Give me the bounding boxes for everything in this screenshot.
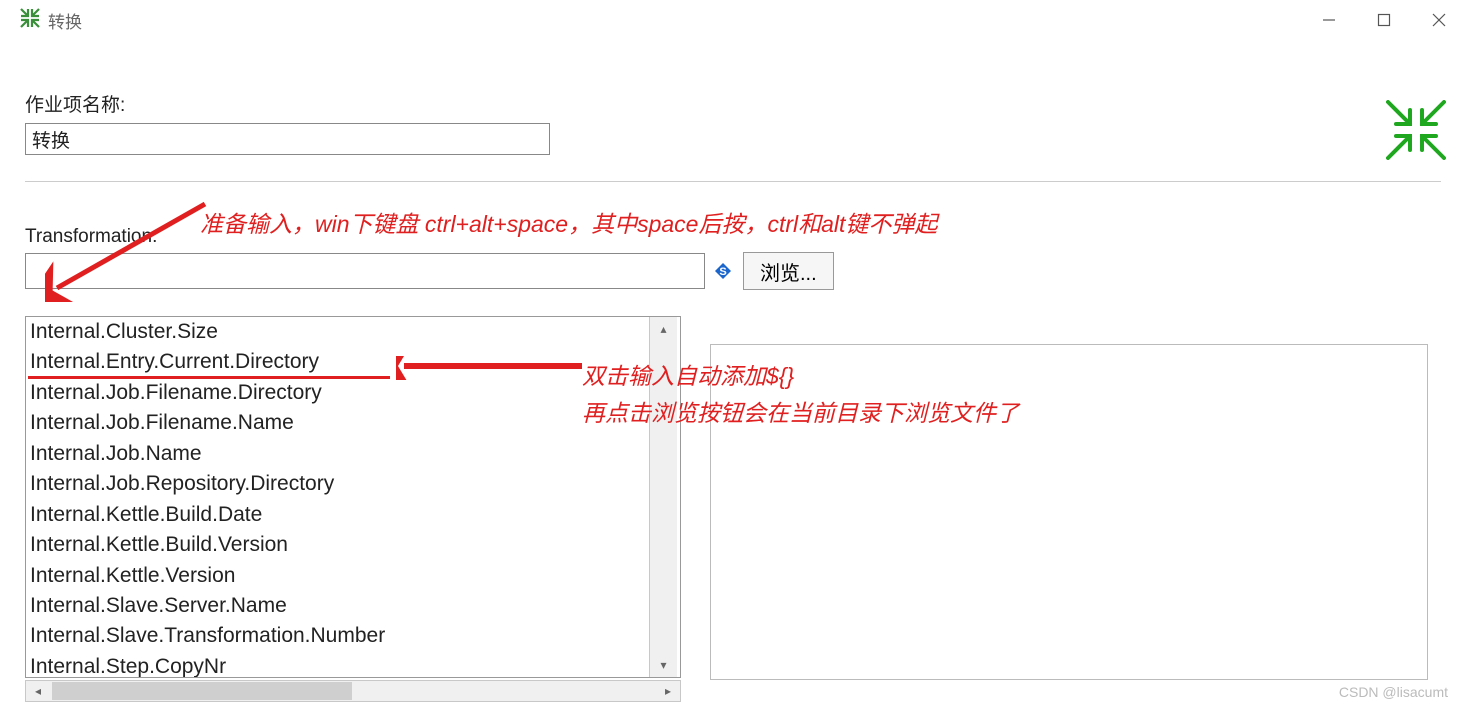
scrollbar-thumb[interactable] [52,682,352,700]
app-icon [20,8,40,33]
browse-button[interactable]: 浏览... [743,252,834,290]
scroll-right-icon[interactable]: ▸ [656,684,680,698]
svg-text:S: S [719,266,726,278]
dropdown-item[interactable]: Internal.Entry.Current.Directory [30,347,645,377]
dropdown-list: Internal.Cluster.Size Internal.Entry.Cur… [26,317,649,677]
scroll-down-icon[interactable]: ▾ [650,653,677,677]
job-item-name-input[interactable] [25,123,550,155]
annotation-mid-line1: 双击输入自动添加${} [582,358,1019,395]
job-item-name-label: 作业项名称: [25,90,1441,117]
dropdown-item[interactable]: Internal.Job.Repository.Directory [30,469,645,499]
dropdown-item[interactable]: Internal.Job.Name [30,439,645,469]
collapse-icon[interactable] [1386,100,1446,165]
minimize-button[interactable] [1301,0,1356,40]
transformation-input[interactable] [26,254,704,288]
dropdown-item[interactable]: Internal.Slave.Server.Name [30,591,645,621]
annotation-mid: 双击输入自动添加${} 再点击浏览按钮会在当前目录下浏览文件了 [582,358,1019,432]
dropdown-item[interactable]: Internal.Job.Filename.Directory [30,378,645,408]
watermark: CSDN @lisacumt [1339,684,1448,700]
close-button[interactable] [1411,0,1466,40]
dropdown-item[interactable]: Internal.Step.CopyNr [30,652,645,677]
annotation-mid-line2: 再点击浏览按钮会在当前目录下浏览文件了 [582,395,1019,432]
scroll-left-icon[interactable]: ◂ [26,684,50,698]
variable-icon[interactable]: S [713,261,733,281]
dropdown-item[interactable]: Internal.Kettle.Build.Date [30,500,645,530]
scroll-up-icon[interactable]: ▴ [650,317,677,341]
horizontal-scrollbar[interactable]: ◂ ▸ [25,680,681,702]
maximize-button[interactable] [1356,0,1411,40]
dropdown-item[interactable]: Internal.Kettle.Version [30,561,645,591]
window-title: 转换 [48,8,82,33]
divider [25,181,1441,182]
transformation-input-wrap [25,253,705,289]
dropdown-item[interactable]: Internal.Slave.Transformation.Number [30,621,645,651]
annotation-top: 准备输入，win下键盘 ctrl+alt+space，其中space后按，ctr… [200,205,937,239]
title-bar: 转换 [0,0,1466,40]
dropdown-item[interactable]: Internal.Cluster.Size [30,317,645,347]
dropdown-item[interactable]: Internal.Job.Filename.Name [30,408,645,438]
dropdown-item[interactable]: Internal.Kettle.Build.Version [30,530,645,560]
